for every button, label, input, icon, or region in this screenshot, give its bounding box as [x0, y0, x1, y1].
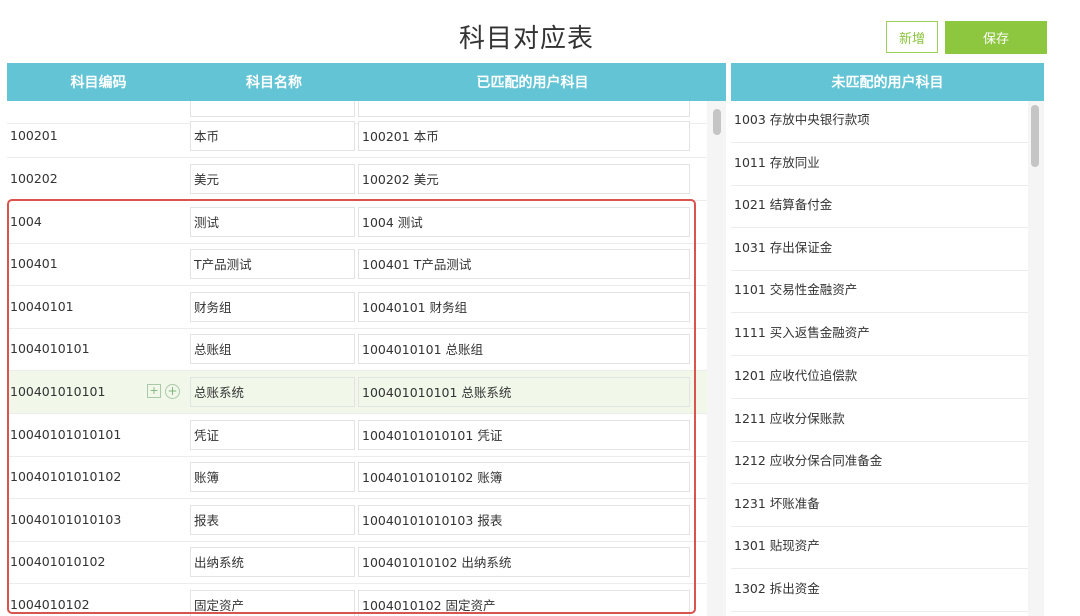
- list-item[interactable]: 1101 交易性金融资产: [731, 271, 1028, 313]
- matched-subject-field[interactable]: 100401010102 出纳系统: [358, 547, 690, 577]
- scrollbar-thumb[interactable]: [1031, 105, 1039, 167]
- subject-mapping-table: 科目编码 科目名称 已匹配的用户科目 100201 本币 100201 本币 1…: [7, 63, 726, 616]
- unmatched-header: 未匹配的用户科目: [731, 63, 1044, 101]
- table-row[interactable]: 10040101010101 凭证 10040101010101 凭证: [7, 414, 707, 457]
- column-header-name: 科目名称: [246, 75, 302, 91]
- left-table-scrollbar[interactable]: [707, 101, 726, 616]
- matched-subject-field[interactable]: 10040101 财务组: [358, 292, 690, 322]
- subject-name-field[interactable]: T产品测试: [190, 249, 355, 279]
- new-button[interactable]: 新增: [886, 21, 938, 53]
- table-row[interactable]: 1004010102 固定资产 1004010102 固定资产: [7, 584, 707, 616]
- subject-name-field[interactable]: 出纳系统: [190, 547, 355, 577]
- matched-subject-field[interactable]: 100202 美元: [358, 164, 690, 194]
- subject-code: 1004010101: [10, 341, 90, 356]
- table-header: 科目编码 科目名称 已匹配的用户科目: [7, 63, 726, 101]
- list-item[interactable]: 1011 存放同业: [731, 144, 1028, 186]
- matched-subject-field[interactable]: 1004010101 总账组: [358, 334, 690, 364]
- column-header-code: 科目编码: [70, 75, 127, 91]
- save-button[interactable]: 保存: [945, 21, 1047, 54]
- add-child-icon[interactable]: +: [147, 384, 161, 398]
- subject-code: 10040101010102: [10, 469, 122, 484]
- table-row-selected[interactable]: 100401010101 + + 总账系统 100401010101 总账系统: [7, 371, 707, 414]
- subject-name-field[interactable]: 美元: [190, 164, 355, 194]
- matched-subject-field[interactable]: 1004010102 固定资产: [358, 590, 690, 616]
- matched-subject-field[interactable]: 10040101010101 凭证: [358, 420, 690, 450]
- row-actions: + +: [147, 384, 180, 399]
- list-item[interactable]: 1201 应收代位追偿款: [731, 357, 1028, 399]
- subject-code: 1004010102: [10, 597, 90, 612]
- list-item[interactable]: 1021 结算备付金: [731, 186, 1028, 228]
- matched-subject-field[interactable]: 10040101010103 报表: [358, 505, 690, 535]
- add-circle-icon[interactable]: +: [165, 384, 180, 399]
- subject-name-field[interactable]: 总账组: [190, 334, 355, 364]
- unmatched-list-body: 1003 存放中央银行款项 1011 存放同业 1021 结算备付金 1031 …: [731, 101, 1028, 616]
- table-row[interactable]: 10040101010103 报表 10040101010103 报表: [7, 499, 707, 542]
- subject-code: 100401010101: [10, 384, 106, 399]
- subject-code: 1004: [10, 214, 42, 229]
- matched-subject-field[interactable]: 100201 本币: [358, 121, 690, 151]
- matched-subject-field[interactable]: 10040101010102 账簿: [358, 462, 690, 492]
- list-item[interactable]: 1111 买入返售金融资产: [731, 314, 1028, 356]
- list-item[interactable]: 1003 存放中央银行款项: [731, 101, 1028, 143]
- table-row[interactable]: 100401 T产品测试 100401 T产品测试: [7, 243, 707, 286]
- list-item[interactable]: 1031 存出保证金: [731, 229, 1028, 271]
- subject-code: 100401: [10, 256, 58, 271]
- table-row[interactable]: 100202 美元 100202 美元: [7, 158, 707, 201]
- column-header-matched: 已匹配的用户科目: [476, 75, 589, 91]
- table-row[interactable]: 1004010101 总账组 1004010101 总账组: [7, 328, 707, 371]
- right-list-scrollbar[interactable]: [1028, 101, 1044, 616]
- subject-code: 100401010102: [10, 554, 106, 569]
- subject-name-field[interactable]: 财务组: [190, 292, 355, 322]
- table-row[interactable]: 100401010102 出纳系统 100401010102 出纳系统: [7, 541, 707, 584]
- table-body: 100201 本币 100201 本币 100202 美元 100202 美元 …: [7, 101, 707, 616]
- table-row[interactable]: 1004 测试 1004 测试: [7, 201, 707, 244]
- list-item[interactable]: 1301 贴现资产: [731, 527, 1028, 569]
- unmatched-subjects-list: 未匹配的用户科目 1003 存放中央银行款项 1011 存放同业 1021 结算…: [731, 63, 1044, 616]
- subject-code: 10040101010101: [10, 427, 122, 442]
- subject-code: 10040101010103: [10, 512, 122, 527]
- matched-subject-field[interactable]: 100401 T产品测试: [358, 249, 690, 279]
- table-row[interactable]: 100201 本币 100201 本币: [7, 115, 707, 158]
- list-item[interactable]: 1231 坏账准备: [731, 485, 1028, 527]
- subject-code: 10040101: [10, 299, 74, 314]
- matched-subject-field[interactable]: 100401010101 总账系统: [358, 377, 690, 407]
- list-item[interactable]: 1212 应收分保合同准备金: [731, 442, 1028, 484]
- subject-code: 100201: [10, 128, 58, 143]
- subject-code: 100202: [10, 171, 58, 186]
- table-row[interactable]: 10040101010102 账簿 10040101010102 账簿: [7, 456, 707, 499]
- subject-name-field[interactable]: 本币: [190, 121, 355, 151]
- subject-name-field[interactable]: 账簿: [190, 462, 355, 492]
- list-item[interactable]: 1211 应收分保账款: [731, 400, 1028, 442]
- subject-name-field[interactable]: 测试: [190, 207, 355, 237]
- subject-name-field[interactable]: 报表: [190, 505, 355, 535]
- table-row[interactable]: 10040101 财务组 10040101 财务组: [7, 286, 707, 329]
- scrollbar-thumb[interactable]: [713, 109, 721, 135]
- subject-name-field[interactable]: 凭证: [190, 420, 355, 450]
- list-item[interactable]: 1302 拆出资金: [731, 570, 1028, 612]
- subject-name-field[interactable]: 固定资产: [190, 590, 355, 616]
- subject-name-field[interactable]: 总账系统: [190, 377, 355, 407]
- matched-subject-field[interactable]: 1004 测试: [358, 207, 690, 237]
